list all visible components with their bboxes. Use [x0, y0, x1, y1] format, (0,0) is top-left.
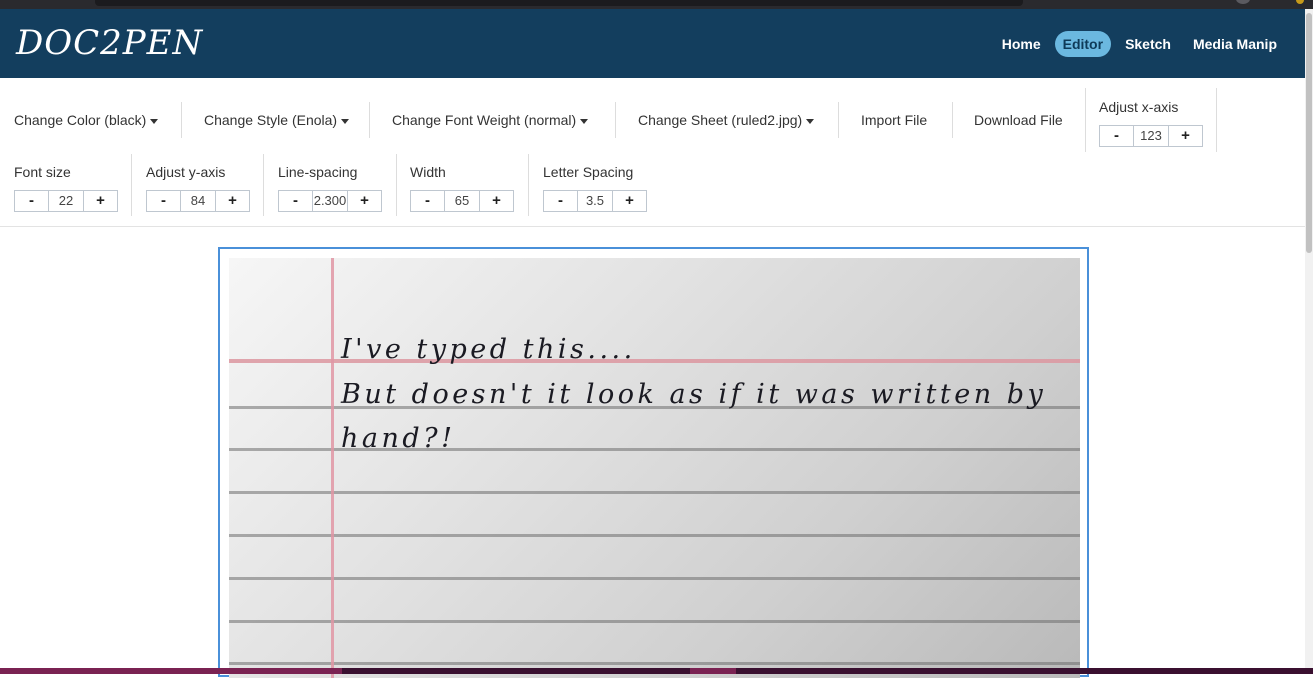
taskbar-segment — [0, 668, 342, 674]
divider — [369, 102, 370, 138]
handwritten-line-2: But doesn't it look as if it was written… — [341, 379, 1047, 410]
editor-toolbar: Change Color (black) Change Style (Enola… — [0, 78, 1305, 227]
width-stepper: - 65 + — [410, 190, 514, 212]
app-logo[interactable]: DOC2PEN — [16, 21, 203, 65]
letter-spacing-stepper: - 3.5 + — [543, 190, 647, 212]
divider — [952, 102, 953, 138]
letter-spacing-increment-button[interactable]: + — [613, 191, 646, 211]
rule-line — [229, 534, 1080, 537]
nav-links: Home Editor Sketch Media Manip — [994, 31, 1285, 57]
chevron-down-icon — [806, 118, 815, 124]
line-spacing-increment-button[interactable]: + — [348, 191, 381, 211]
divider — [396, 154, 397, 216]
divider — [838, 102, 839, 138]
divider — [615, 102, 616, 138]
chevron-down-icon — [580, 118, 589, 124]
letter-spacing-label: Letter Spacing — [543, 164, 634, 180]
line-spacing-decrement-button[interactable]: - — [279, 191, 312, 211]
change-style-dropdown[interactable]: Change Style (Enola) — [204, 112, 350, 128]
letter-spacing-decrement-button[interactable]: - — [544, 191, 577, 211]
font-size-stepper: - 22 + — [14, 190, 118, 212]
y-axis-value[interactable]: 84 — [180, 191, 216, 211]
notification-icon[interactable] — [1296, 0, 1304, 4]
divider — [181, 102, 182, 138]
divider — [131, 154, 132, 216]
nav-editor[interactable]: Editor — [1054, 31, 1112, 57]
change-color-dropdown[interactable]: Change Color (black) — [14, 112, 159, 128]
chevron-down-icon — [150, 118, 159, 124]
divider — [263, 154, 264, 216]
change-sheet-dropdown[interactable]: Change Sheet (ruled2.jpg) — [638, 112, 815, 128]
change-sheet-label: Change Sheet (ruled2.jpg) — [638, 112, 803, 128]
rule-line — [229, 491, 1080, 494]
x-axis-increment-button[interactable]: + — [1169, 126, 1202, 146]
letter-spacing-value[interactable]: 3.5 — [577, 191, 613, 211]
width-value[interactable]: 65 — [444, 191, 480, 211]
line-spacing-value[interactable]: 2.300 — [312, 191, 348, 211]
rule-line — [229, 577, 1080, 580]
font-size-value[interactable]: 22 — [48, 191, 84, 211]
change-weight-dropdown[interactable]: Change Font Weight (normal) — [392, 112, 589, 128]
download-file-button[interactable]: Download File — [974, 112, 1063, 128]
nav-media-manip[interactable]: Media Manip — [1185, 31, 1285, 57]
x-axis-value[interactable]: 123 — [1133, 126, 1169, 146]
change-style-label: Change Style (Enola) — [204, 112, 338, 128]
divider — [528, 154, 529, 216]
y-axis-stepper: - 84 + — [146, 190, 250, 212]
divider — [1085, 88, 1086, 152]
width-decrement-button[interactable]: - — [411, 191, 444, 211]
page-scrollbar[interactable] — [1305, 9, 1313, 669]
handwritten-line-1: I've typed this.... — [341, 334, 636, 365]
change-color-label: Change Color (black) — [14, 112, 147, 128]
taskbar-segment — [690, 668, 736, 674]
width-increment-button[interactable]: + — [480, 191, 513, 211]
change-weight-label: Change Font Weight (normal) — [392, 112, 577, 128]
handwritten-line-3: hand?! — [341, 423, 456, 454]
chevron-down-icon — [341, 118, 350, 124]
scrollbar-thumb[interactable] — [1306, 13, 1312, 253]
profile-icon[interactable] — [1236, 0, 1250, 4]
line-spacing-stepper: - 2.300 + — [278, 190, 382, 212]
y-axis-label: Adjust y-axis — [146, 164, 226, 180]
address-bar[interactable] — [95, 0, 1023, 6]
y-axis-decrement-button[interactable]: - — [147, 191, 180, 211]
font-size-increment-button[interactable]: + — [84, 191, 117, 211]
import-file-button[interactable]: Import File — [861, 112, 927, 128]
rule-line — [229, 620, 1080, 623]
divider — [1216, 88, 1217, 152]
x-axis-label: Adjust x-axis — [1099, 99, 1179, 115]
x-axis-stepper: - 123 + — [1099, 125, 1203, 147]
x-axis-decrement-button[interactable]: - — [1100, 126, 1133, 146]
font-size-label: Font size — [14, 164, 71, 180]
nav-home[interactable]: Home — [994, 31, 1049, 57]
y-axis-increment-button[interactable]: + — [216, 191, 249, 211]
rule-line — [229, 662, 1080, 665]
taskbar-strip — [0, 668, 1313, 674]
width-label: Width — [410, 164, 446, 180]
nav-sketch[interactable]: Sketch — [1117, 31, 1179, 57]
ruled-sheet-preview[interactable]: I've typed this.... But doesn't it look … — [229, 258, 1080, 678]
font-size-decrement-button[interactable]: - — [15, 191, 48, 211]
navbar: DOC2PEN Home Editor Sketch Media Manip — [0, 9, 1305, 78]
margin-line — [331, 258, 334, 678]
line-spacing-label: Line-spacing — [278, 164, 358, 180]
browser-top-strip — [0, 0, 1313, 9]
